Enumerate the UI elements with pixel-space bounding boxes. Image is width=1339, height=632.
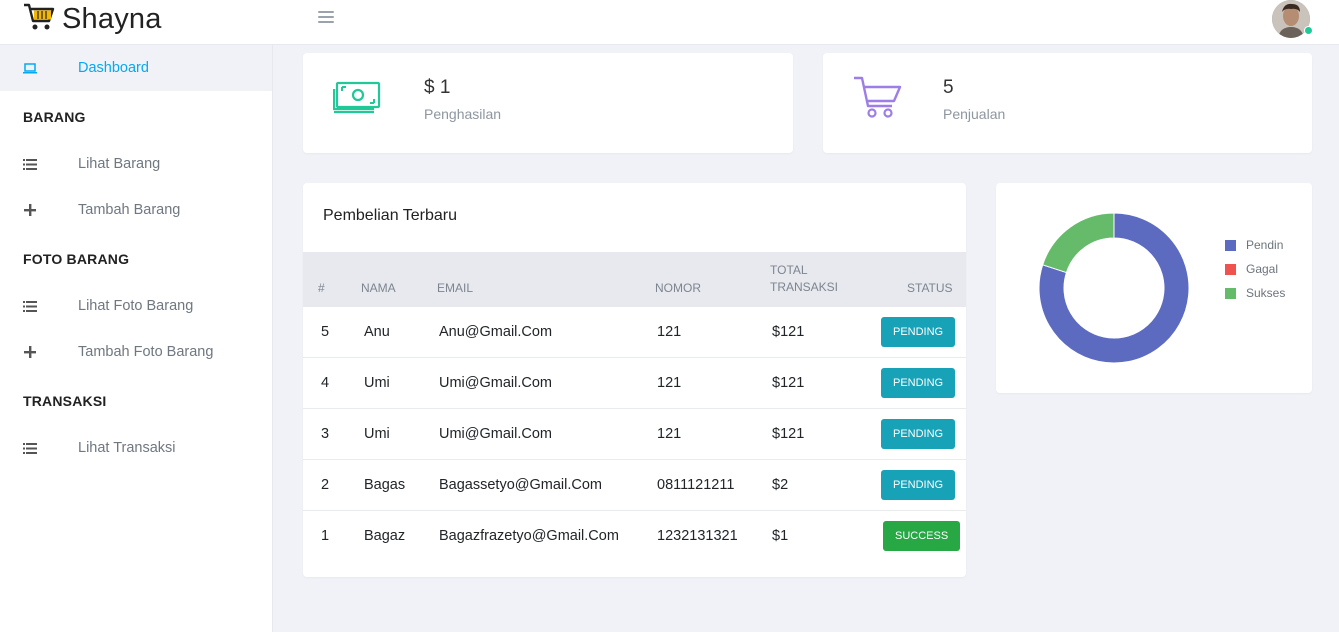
stat-card-penjualan: 5 Penjualan xyxy=(823,53,1312,153)
stat-card-penghasilan: $ 1 Penghasilan xyxy=(303,53,793,153)
cart-logo-icon xyxy=(22,1,56,38)
plus-icon xyxy=(22,344,38,360)
cell-nomor: 1232131321 xyxy=(657,528,738,544)
cell-total: $1 xyxy=(772,528,789,544)
sidebar-item-label: Lihat Foto Barang xyxy=(78,298,194,314)
sidebar-item-tambah-barang[interactable]: Tambah Barang xyxy=(0,187,272,233)
cell-no: 2 xyxy=(321,477,330,493)
status-chart-card: Pendin Gagal Sukses xyxy=(996,183,1312,393)
legend-swatch xyxy=(1225,239,1236,251)
cell-no: 3 xyxy=(321,426,330,442)
donut-chart xyxy=(1038,212,1190,364)
status-badge[interactable]: SUCCESS xyxy=(883,521,961,551)
brand-name: Shayna xyxy=(62,2,162,35)
list-icon xyxy=(22,298,38,314)
stat-value: 5 xyxy=(943,77,954,98)
sidebar-item-label: Dashboard xyxy=(78,60,149,76)
sidebar-item-dashboard[interactable]: Dashboard xyxy=(0,45,272,91)
donut-slice-sukses[interactable] xyxy=(1042,212,1115,274)
legend-label: Pendin xyxy=(1246,238,1284,252)
cell-total: $121 xyxy=(772,426,805,442)
brand-logo[interactable]: Shayna xyxy=(22,0,162,38)
sidebar-item-lihat-transaksi[interactable]: Lihat Transaksi xyxy=(0,425,272,471)
stat-value: $ 1 xyxy=(424,77,451,98)
legend-label: Sukses xyxy=(1246,286,1286,300)
cell-email: Anu@Gmail.Com xyxy=(439,324,553,340)
cell-nomor: 121 xyxy=(657,426,682,442)
table-header: # NAMA EMAIL NOMOR TOTAL TRANSAKSI STATU… xyxy=(303,252,966,307)
cell-no: 5 xyxy=(321,324,330,340)
column-header: NOMOR xyxy=(655,281,701,295)
list-icon xyxy=(22,440,38,456)
online-status-dot xyxy=(1304,26,1313,35)
laptop-icon xyxy=(22,60,38,76)
cell-nama: Umi xyxy=(364,426,390,442)
menu-toggle-icon[interactable] xyxy=(318,11,334,25)
cell-total: $121 xyxy=(772,375,805,391)
table-row: 2 Bagas Bagassetyo@Gmail.Com 0811121211 … xyxy=(303,460,966,511)
top-bar: Shayna xyxy=(0,0,1339,45)
legend-swatch xyxy=(1225,263,1236,275)
column-header: STATUS xyxy=(907,281,953,295)
cell-nama: Bagas xyxy=(364,477,406,493)
table-row: 4 Umi Umi@Gmail.Com 121 $121 PENDING xyxy=(303,358,966,409)
cell-nomor: 0811121211 xyxy=(657,477,735,493)
cell-email: Bagassetyo@Gmail.Com xyxy=(439,477,602,493)
table-title: Pembelian Terbaru xyxy=(323,207,458,224)
table-row: 3 Umi Umi@Gmail.Com 121 $121 PENDING xyxy=(303,409,966,460)
section-title-transaksi: TRANSAKSI xyxy=(23,393,107,409)
cart-icon xyxy=(851,75,903,126)
status-badge[interactable]: PENDING xyxy=(881,368,956,398)
table-row: 5 Anu Anu@Gmail.Com 121 $121 PENDING xyxy=(303,307,966,358)
sidebar-item-label: Lihat Barang xyxy=(78,156,161,172)
sidebar: Dashboard BARANG Lihat Barang Tambah Bar… xyxy=(0,45,273,632)
column-header: NAMA xyxy=(361,281,396,295)
sidebar-item-label: Lihat Transaksi xyxy=(78,440,176,456)
sidebar-item-lihat-barang[interactable]: Lihat Barang xyxy=(0,141,272,187)
recent-purchases-card: Pembelian Terbaru # NAMA EMAIL NOMOR TOT… xyxy=(303,183,966,577)
table-row: 1 Bagaz Bagazfrazetyo@Gmail.Com 12321313… xyxy=(303,511,966,562)
sidebar-item-lihat-foto-barang[interactable]: Lihat Foto Barang xyxy=(0,283,272,329)
cell-email: Bagazfrazetyo@Gmail.Com xyxy=(439,528,619,544)
cell-nama: Anu xyxy=(364,324,390,340)
cell-nomor: 121 xyxy=(657,324,682,340)
cell-nomor: 121 xyxy=(657,375,682,391)
status-badge[interactable]: PENDING xyxy=(881,317,956,347)
list-icon xyxy=(22,156,38,172)
status-badge[interactable]: PENDING xyxy=(881,419,956,449)
cell-no: 4 xyxy=(321,375,330,391)
sidebar-item-label: Tambah Barang xyxy=(78,202,181,218)
cell-email: Umi@Gmail.Com xyxy=(439,426,552,442)
cell-no: 1 xyxy=(321,528,330,544)
legend-item[interactable]: Sukses xyxy=(1225,286,1285,300)
cell-nama: Bagaz xyxy=(364,528,406,544)
column-header: TOTAL TRANSAKSI xyxy=(770,263,839,294)
stat-label: Penghasilan xyxy=(424,106,502,122)
cell-nama: Umi xyxy=(364,375,390,391)
cell-total: $121 xyxy=(772,324,805,340)
legend-swatch xyxy=(1225,287,1236,299)
column-header: # xyxy=(318,281,325,295)
sidebar-item-tambah-foto-barang[interactable]: Tambah Foto Barang xyxy=(0,329,272,375)
money-icon xyxy=(332,81,381,122)
legend-label: Gagal xyxy=(1246,262,1279,276)
section-title-barang: BARANG xyxy=(23,109,86,125)
section-title-foto-barang: FOTO BARANG xyxy=(23,251,130,267)
cell-total: $2 xyxy=(772,477,789,493)
plus-icon xyxy=(22,202,38,218)
column-header: EMAIL xyxy=(437,281,474,295)
stat-label: Penjualan xyxy=(943,106,1006,122)
legend-item[interactable]: Gagal xyxy=(1225,262,1278,276)
status-badge[interactable]: PENDING xyxy=(881,470,956,500)
sidebar-item-label: Tambah Foto Barang xyxy=(78,344,214,360)
cell-email: Umi@Gmail.Com xyxy=(439,375,552,391)
legend-item[interactable]: Pendin xyxy=(1225,238,1283,252)
